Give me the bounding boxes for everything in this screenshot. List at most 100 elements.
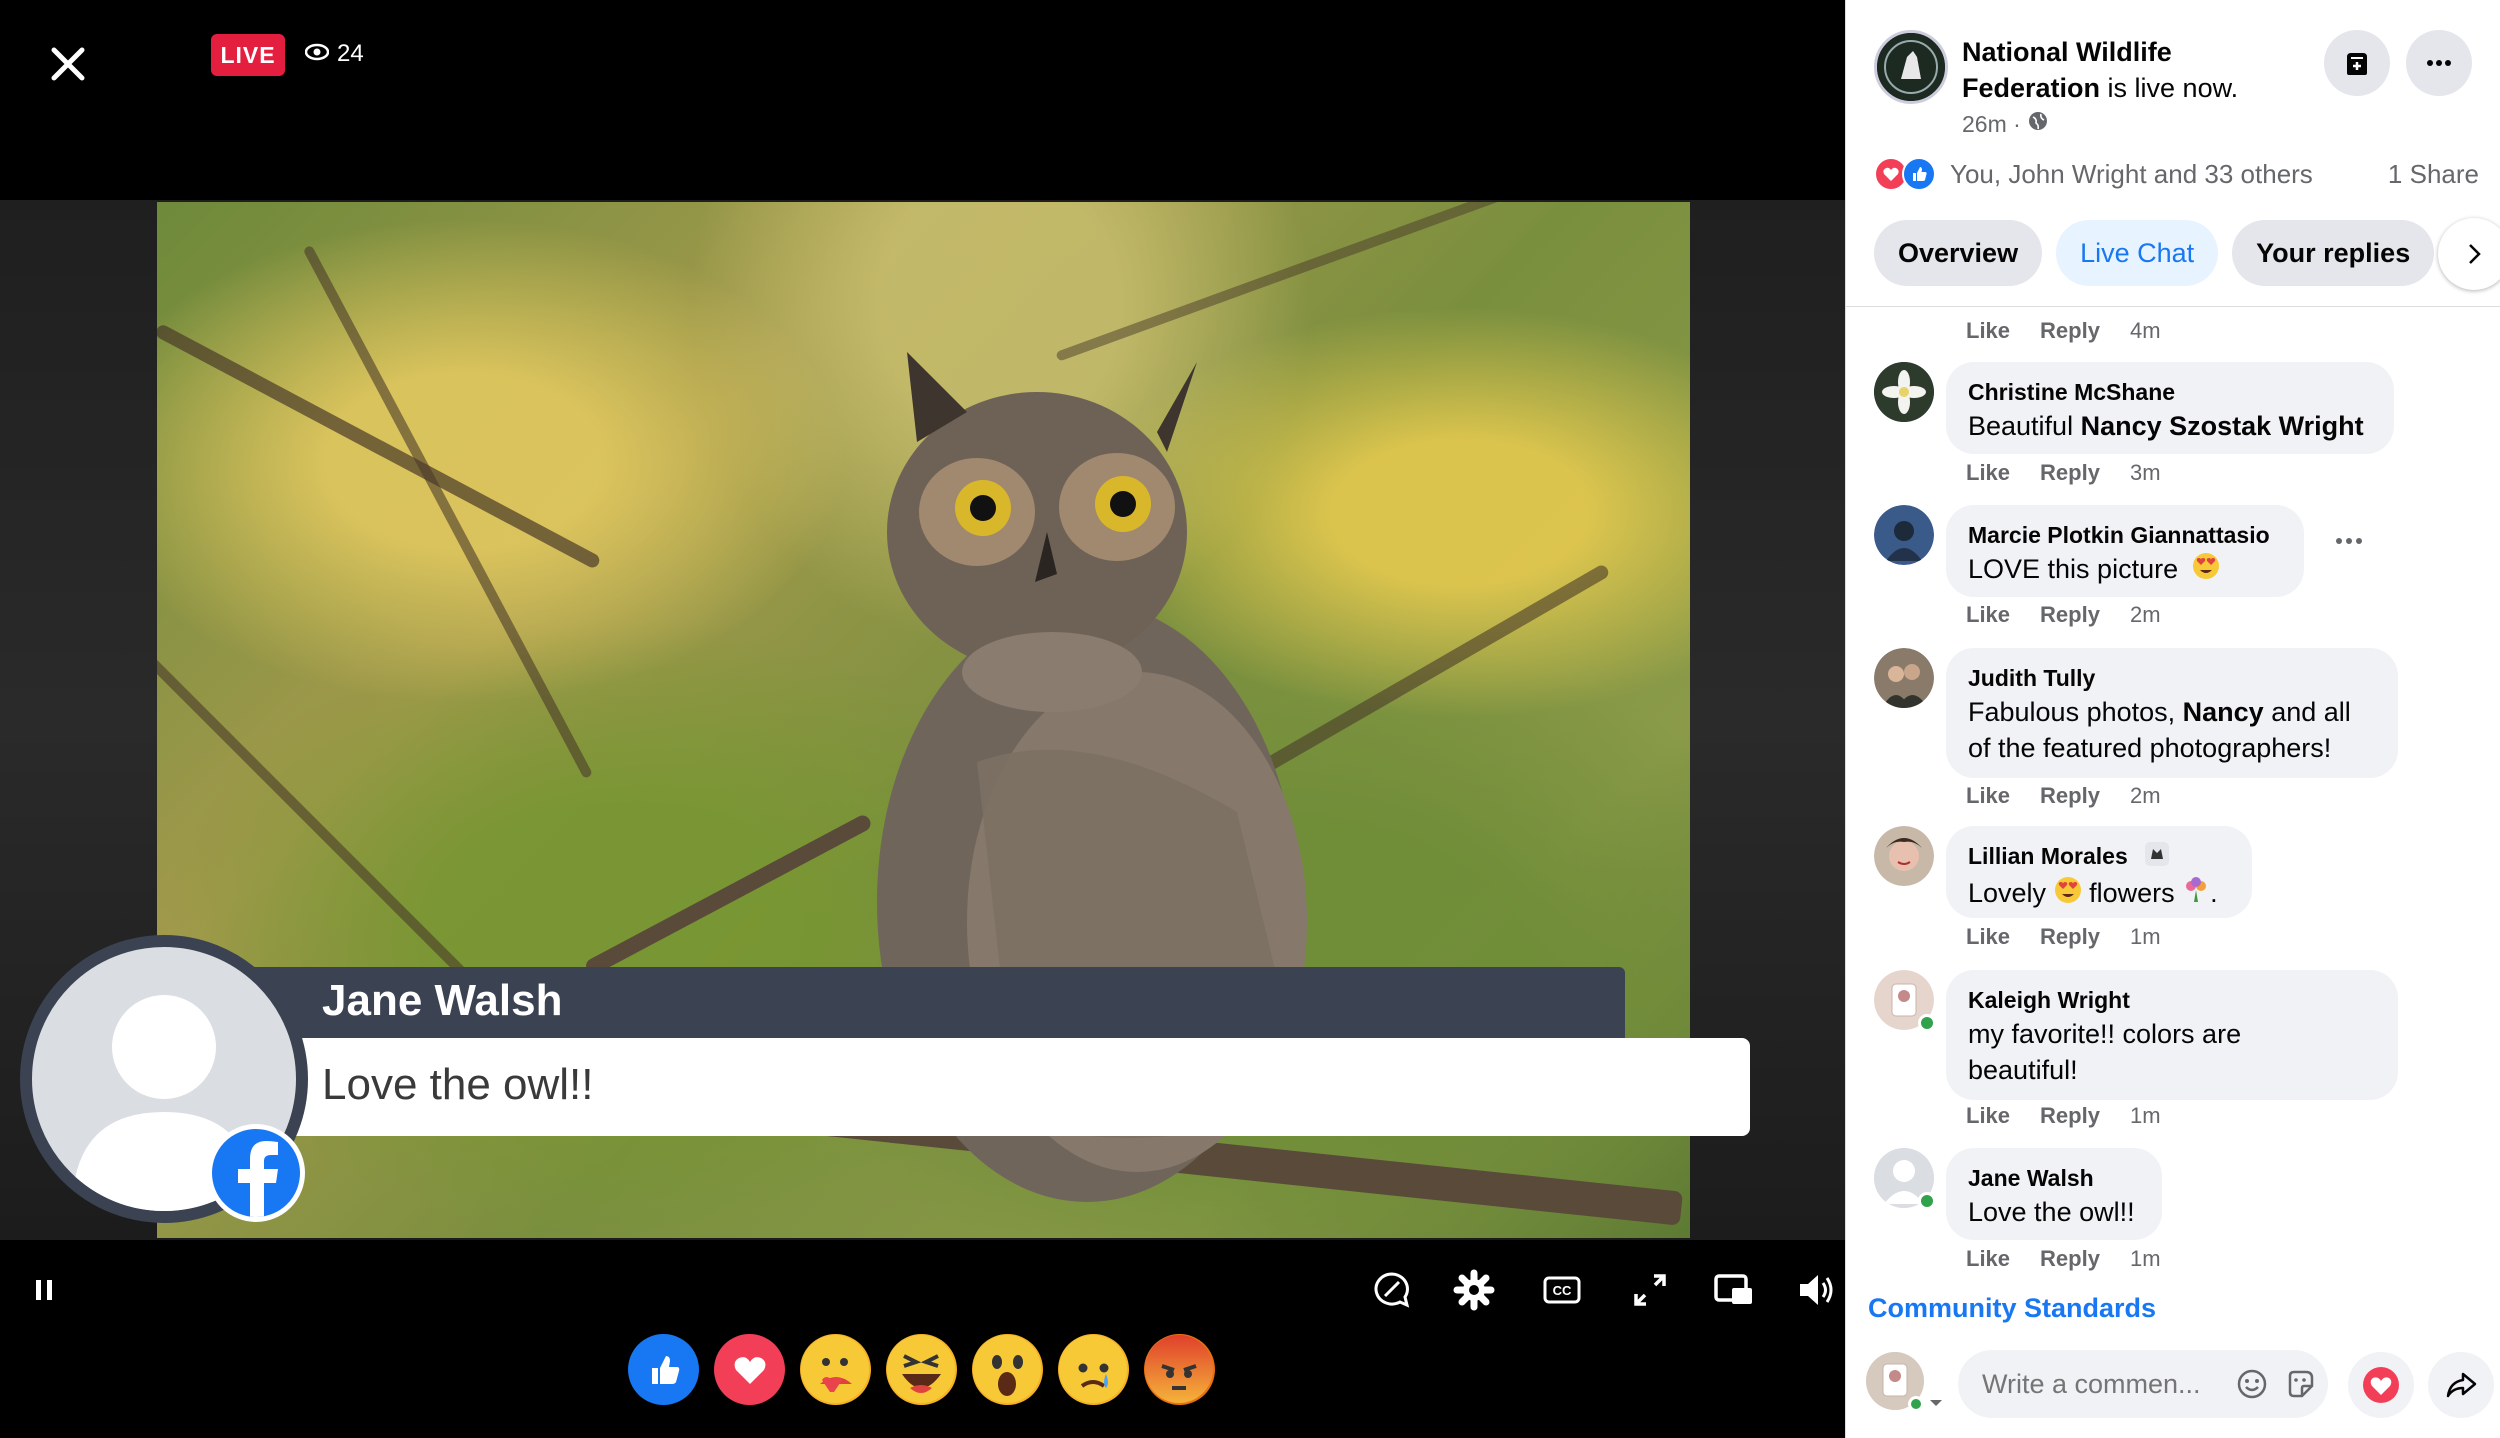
reaction-summary[interactable]: You, John Wright and 33 others 1 Share (1874, 156, 2479, 192)
comment-time: 1m (2129, 1103, 2161, 1128)
viewer-count: 24 (304, 40, 364, 68)
panel-tabs: Overview Live Chat Your replies (1874, 220, 2435, 286)
love-reaction[interactable] (714, 1334, 785, 1405)
like-link[interactable]: Like (1966, 602, 2010, 628)
comment-actions: Like Reply 1m (1966, 1103, 2161, 1129)
share-count[interactable]: 1 Share (2388, 159, 2479, 190)
mention-link[interactable]: Nancy (2183, 697, 2264, 727)
more-icon[interactable] (2334, 533, 2364, 551)
comment-toggle-icon[interactable] (1370, 1268, 1414, 1312)
live-badge: LIVE (211, 34, 285, 76)
like-link[interactable]: Like (1966, 1103, 2010, 1129)
like-reaction[interactable] (628, 1334, 699, 1405)
reply-link[interactable]: Reply (2040, 1246, 2100, 1272)
comment-time: 1m (2129, 924, 2161, 949)
pause-icon[interactable] (22, 1268, 66, 1312)
online-status-indicator (1908, 1396, 1924, 1412)
online-status-indicator (1918, 1014, 1936, 1032)
comment-list[interactable]: Like Reply 4m Christine McShane Beautifu… (1846, 310, 2500, 1310)
eye-icon (304, 40, 330, 68)
post-meta: 26m · (1962, 110, 2049, 138)
like-link[interactable]: Like (1966, 924, 2010, 950)
video-player[interactable]: LIVE 24 Jane Walsh Love the owl!! CC (0, 0, 1845, 1438)
reply-link[interactable]: Reply (2040, 1103, 2100, 1129)
comment-actions: Like Reply 1m (1966, 924, 2161, 950)
page-avatar[interactable] (1874, 30, 1948, 104)
volume-icon[interactable] (1794, 1268, 1838, 1312)
reaction-summary-text: You, John Wright and 33 others (1950, 158, 2313, 189)
mention-link[interactable]: Nancy Szostak Wright (2081, 411, 2364, 441)
post-time[interactable]: 26m · (1962, 111, 2021, 138)
comment-bubble: Lillian Morales Lovely flowers . (1946, 826, 2252, 918)
sad-reaction[interactable] (1058, 1334, 1129, 1405)
comment-bubble: Judith Tully Fabulous photos, Nancy and … (1946, 648, 2398, 778)
live-side-panel: National Wildlife Federation is live now… (1845, 0, 2500, 1438)
save-icon[interactable] (2324, 30, 2390, 96)
chevron-down-icon[interactable] (1928, 1396, 1944, 1414)
like-link[interactable]: Like (1966, 783, 2010, 809)
page-name-line: National Wildlife Federation is live now… (1962, 34, 2262, 106)
divider (1846, 306, 2500, 307)
avatar[interactable] (1874, 826, 1934, 886)
tab-your-replies[interactable]: Your replies (2232, 220, 2435, 286)
reply-link[interactable]: Reply (2040, 924, 2100, 950)
close-icon[interactable] (46, 42, 90, 86)
wow-reaction[interactable] (972, 1334, 1043, 1405)
like-link[interactable]: Like (1966, 318, 2010, 344)
comment-bubble: Christine McShane Beautiful Nancy Szosta… (1946, 362, 2394, 454)
commenter-name[interactable]: Lillian Morales (1968, 843, 2128, 869)
like-link[interactable]: Like (1966, 460, 2010, 486)
comment-text: Beautiful Nancy Szostak Wright (1968, 411, 2364, 441)
commenter-name[interactable]: Judith Tully (1968, 662, 2376, 694)
captions-icon[interactable]: CC (1540, 1268, 1584, 1312)
viewer-count-value: 24 (337, 40, 364, 67)
like-link[interactable]: Like (1966, 1246, 2010, 1272)
avatar[interactable] (1874, 362, 1934, 422)
comment-text: LOVE this picture (1968, 551, 2282, 589)
comment-bubble: Marcie Plotkin Giannattasio LOVE this pi… (1946, 505, 2304, 597)
commenter-name[interactable]: Jane Walsh (1968, 1162, 2140, 1194)
comment-time: 3m (2129, 460, 2161, 485)
chevron-right-icon[interactable] (2438, 218, 2500, 290)
heart-eyes-emoji-icon (2054, 876, 2082, 913)
like-reaction-icon (1902, 157, 1936, 191)
comment-actions: Like Reply 1m (1966, 1246, 2161, 1272)
facebook-logo-icon (207, 1124, 305, 1222)
commenter-name[interactable]: Christine McShane (1968, 376, 2372, 408)
community-standards-link[interactable]: Community Standards (1868, 1293, 2156, 1324)
fullscreen-icon[interactable] (1628, 1268, 1672, 1312)
top-fan-badge-icon (2144, 841, 2170, 875)
care-reaction[interactable] (800, 1334, 871, 1405)
gear-icon[interactable] (1452, 1268, 1496, 1312)
avatar[interactable] (1874, 505, 1934, 565)
comment-input[interactable] (1982, 1368, 2222, 1400)
reply-link[interactable]: Reply (2040, 783, 2100, 809)
picture-in-picture-icon[interactable] (1712, 1268, 1756, 1312)
heart-icon[interactable] (2348, 1352, 2414, 1418)
reply-link[interactable]: Reply (2040, 460, 2100, 486)
globe-icon (2027, 110, 2049, 138)
commenter-name[interactable]: Marcie Plotkin Giannattasio (1968, 519, 2282, 551)
more-icon[interactable] (2406, 30, 2472, 96)
bouquet-emoji-icon (2182, 876, 2210, 913)
tab-live-chat[interactable]: Live Chat (2056, 220, 2219, 286)
commenter-name[interactable]: Kaleigh Wright (1968, 984, 2376, 1016)
online-status-indicator (1918, 1192, 1936, 1210)
angry-reaction[interactable] (1144, 1334, 1215, 1405)
comment-actions: Like Reply 2m (1966, 602, 2161, 628)
lower-third-name: Jane Walsh (322, 976, 563, 1025)
tab-overview[interactable]: Overview (1874, 220, 2043, 286)
avatar[interactable] (1874, 648, 1934, 708)
comment-bubble: Kaleigh Wright my favorite!! colors are b… (1946, 970, 2398, 1100)
comment-time: 4m (2129, 318, 2161, 343)
comment-time: 2m (2129, 602, 2161, 627)
comment-text: Lovely flowers . (1968, 875, 2230, 913)
haha-reaction[interactable] (886, 1334, 957, 1405)
share-icon[interactable] (2428, 1352, 2494, 1418)
comment-text: Fabulous photos, Nancy and all of the fea… (1968, 697, 2351, 763)
reply-link[interactable]: Reply (2040, 602, 2100, 628)
sticker-icon[interactable] (2282, 1366, 2318, 1402)
reply-link[interactable]: Reply (2040, 318, 2100, 344)
comment-actions: Like Reply 4m (1966, 318, 2161, 344)
emoji-icon[interactable] (2234, 1366, 2270, 1402)
